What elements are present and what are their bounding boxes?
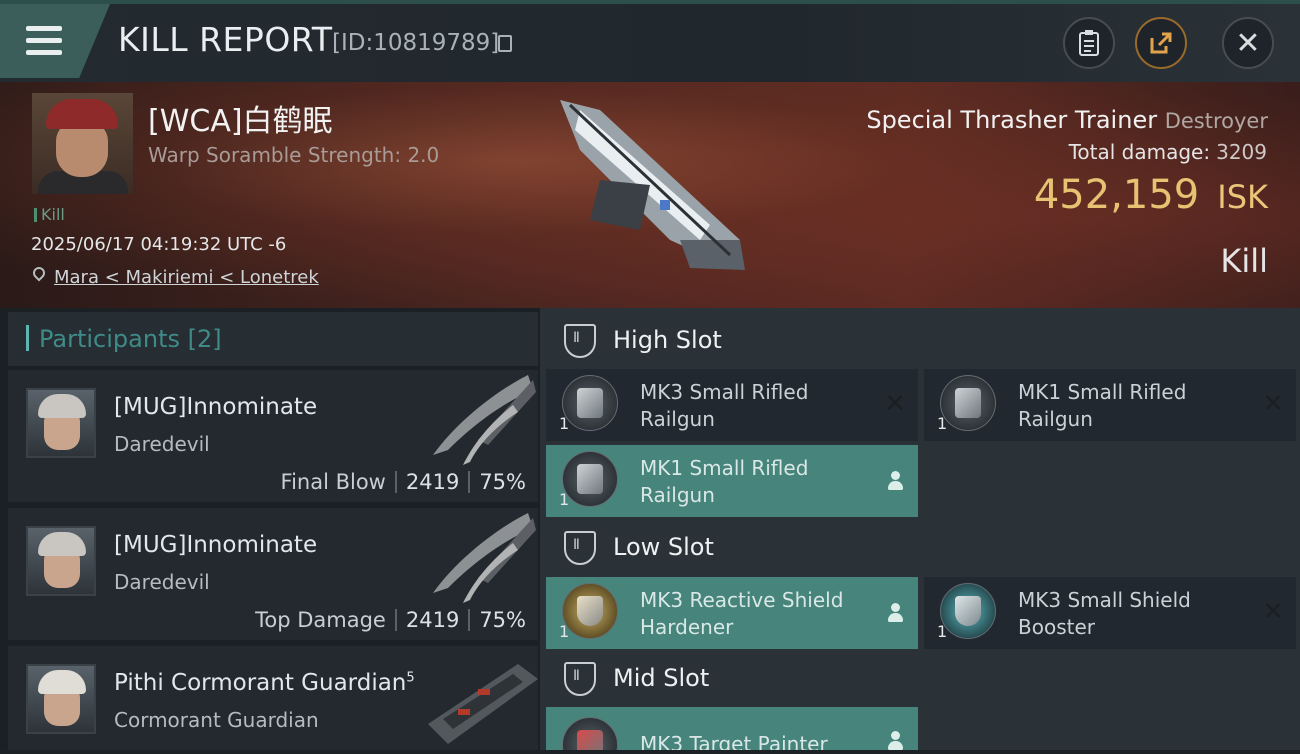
slot-icon [564,324,596,358]
isk-unit: ISK [1217,178,1268,216]
location-link[interactable]: Mara < Makiriemi < Lonetrek [54,267,319,288]
total-damage-value: 3209 [1216,140,1267,164]
high-slot-title: High Slot [613,326,722,354]
participant-row[interactable]: [MUG]Innominate Daredevil Final Blow 2419… [8,370,538,502]
share-button[interactable] [1135,17,1187,69]
low-slot-title: Low Slot [613,533,714,561]
victim-ship-image [560,100,745,270]
result-label: Kill [1220,242,1268,280]
pilot-ship: Daredevil [114,432,210,456]
pilot-avatar [26,526,96,596]
railgun-icon [562,451,618,507]
module-name: MK3 Small Shield Booster [1018,588,1191,639]
report-id: [ID:10819789] [332,30,500,56]
ship-name[interactable]: Special Thrasher Trainer Destroyer [866,106,1268,134]
railgun-icon [940,375,996,431]
kill-date: 2025/06/17 04:19:32 UTC -6 [31,234,287,255]
pilot-avatar [26,664,96,734]
participant-row[interactable]: Pithi Cormorant Guardian5 Cormorant Guar… [8,646,538,750]
kill-tag: Kill [34,205,65,224]
close-icon: ✕ [1235,25,1261,61]
pilot-icon [888,471,903,491]
pilot-name: [MUG]Innominate [114,532,318,558]
module-item[interactable]: 1 MK3 Small Shield Booster ✕ [924,577,1296,649]
pilot-ship-image [433,513,536,603]
low-slot-header: Low Slot [548,519,1300,577]
pilot-avatar [26,388,96,458]
pilot-ship: Cormorant Guardian [114,708,319,732]
module-name: MK3 Small Rifled Railgun [640,380,809,431]
isk-value: 452,159 ISK [1033,172,1268,218]
page-title: KILL REPORT [118,20,333,59]
participants-title: Participants [2] [26,325,222,353]
copy-icon[interactable] [498,35,512,52]
railgun-icon [562,375,618,431]
pilot-icon [888,603,903,623]
module-qty: 1 [559,490,570,509]
participant-row[interactable]: [MUG]Innominate Daredevil Top Damage 2419… [8,508,538,640]
module-name: MK3 Target Painter [640,732,828,750]
shield-booster-icon [940,583,996,639]
module-item[interactable]: 1 MK3 Reactive Shield Hardener [546,577,918,649]
kill-tag-label: Kill [41,205,65,224]
participant-stats: Final Blow 2419 75% [280,470,526,494]
total-damage: Total damage: 3209 [1068,140,1267,164]
victim-name[interactable]: [WCA]白鹤眠 [148,96,333,140]
module-item[interactable]: 1 MK1 Small Rifled Railgun ✕ [924,369,1296,441]
module-qty: 1 [937,414,948,433]
share-icon [1150,32,1172,54]
module-name: MK1 Small Rifled Railgun [1018,380,1187,431]
pilot-name: Pithi Cormorant Guardian5 [114,670,415,696]
participants-count: [2] [187,325,222,353]
slot-icon [564,531,596,565]
pilot-ship-image [433,375,536,465]
pilot-icon [888,731,903,750]
module-name: MK1 Small Rifled Railgun [640,456,809,507]
destroyed-icon: ✕ [1262,597,1284,627]
module-qty: 1 [559,414,570,433]
pilot-ship-image [428,664,538,744]
pilot-name: [MUG]Innominate [114,394,318,420]
ship-class: Destroyer [1164,109,1268,133]
module-item[interactable]: 1 MK3 Small Rifled Railgun ✕ [546,369,918,441]
shield-hardener-icon [562,583,618,639]
module-qty: 1 [559,622,570,641]
slot-icon [564,662,596,696]
warp-scramble-strength: Warp Soramble Strength: 2.0 [148,143,440,167]
target-painter-icon [562,717,618,750]
module-item[interactable]: 1 MK1 Small Rifled Railgun [546,445,918,517]
destroyed-icon: ✕ [884,389,906,419]
participant-stats: Top Damage 2419 75% [255,608,526,632]
module-name: MK3 Reactive Shield Hardener [640,588,844,639]
mid-slot-title: Mid Slot [613,664,710,692]
module-item[interactable]: MK3 Target Painter [546,707,918,750]
pilot-ship: Daredevil [114,570,210,594]
clipboard-button[interactable] [1063,17,1115,69]
destroyed-icon: ✕ [1262,389,1284,419]
mid-slot-header: Mid Slot [548,650,1300,708]
close-button[interactable]: ✕ [1222,17,1274,69]
clipboard-icon [1079,30,1099,56]
module-qty: 1 [937,622,948,641]
high-slot-header: High Slot [548,312,1300,370]
victim-avatar[interactable] [32,93,133,194]
